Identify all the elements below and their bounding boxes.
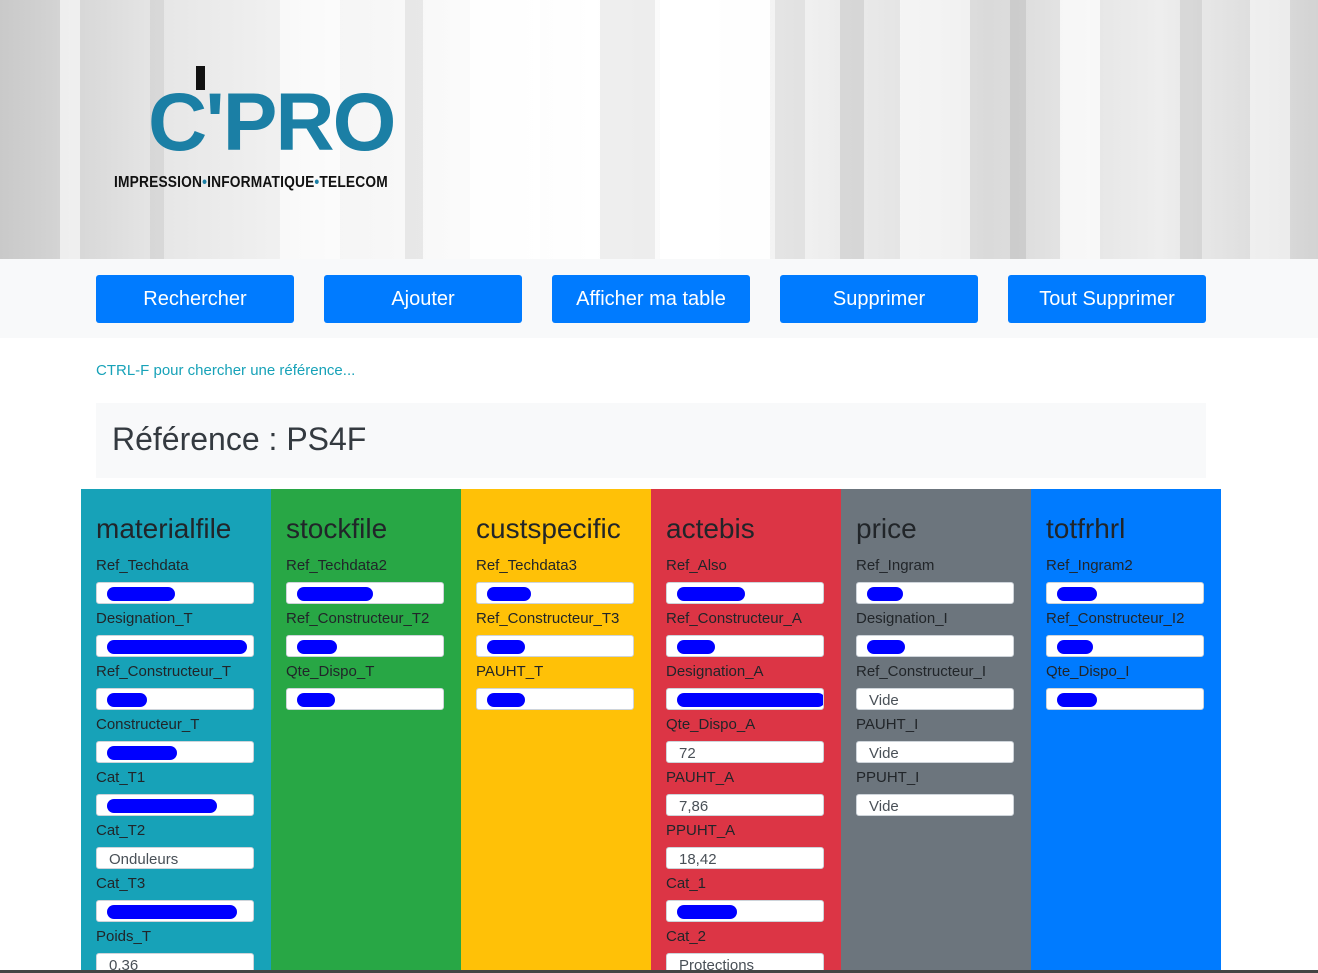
field-input[interactable] <box>666 688 824 710</box>
field-label: Ref_Ingram <box>856 557 935 574</box>
field-input[interactable] <box>96 900 254 922</box>
field-input[interactable] <box>96 635 254 657</box>
field-label: Poids_T <box>96 928 152 945</box>
column-price: price Ref_Ingram Designation_I Ref_Construc… <box>841 489 1031 973</box>
field-input[interactable] <box>476 635 634 657</box>
action-bar: Rechercher Ajouter Afficher ma table Sup… <box>0 259 1318 338</box>
field-input[interactable] <box>286 688 444 710</box>
column-title: price <box>856 513 917 544</box>
logo-wordmark: C'PRO <box>148 77 396 168</box>
column-custspecific: custspecific Ref_Techdata3 Ref_Constructeu… <box>461 489 651 973</box>
field-label: Constructeur_T <box>96 716 200 733</box>
field-label: Cat_T2 <box>96 822 146 839</box>
field-input[interactable] <box>96 741 254 763</box>
field-label: Designation_A <box>666 663 764 680</box>
field-label: Ref_Constructeur_T3 <box>476 610 620 627</box>
field-label: Ref_Constructeur_I2 <box>1046 610 1185 627</box>
banner-pillar <box>470 0 540 259</box>
field-input[interactable] <box>96 794 254 816</box>
company-logo: C'PRO IMPRESSION•INFORMATIQUE•TELECOM <box>110 60 410 200</box>
field-input[interactable]: Onduleurs <box>96 847 254 869</box>
field-label: Qte_Dispo_A <box>666 716 756 733</box>
field-label: Ref_Constructeur_I <box>856 663 987 680</box>
column-title: actebis <box>666 513 755 544</box>
field-input[interactable] <box>1046 635 1204 657</box>
field-input[interactable] <box>1046 688 1204 710</box>
field-input[interactable]: Vide <box>856 688 1014 710</box>
banner-pillar <box>775 0 805 259</box>
field-label: PAUHT_A <box>666 769 735 786</box>
field-label: Cat_T3 <box>96 875 146 892</box>
field-input[interactable]: Vide <box>856 794 1014 816</box>
column-title: materialfile <box>96 513 232 544</box>
reference-header: Référence : PS4F <box>96 403 1206 478</box>
field-input[interactable]: Vide <box>856 741 1014 763</box>
logo-tagline: IMPRESSION•INFORMATIQUE•TELECOM <box>114 174 388 191</box>
field-label: Ref_Ingram2 <box>1046 557 1133 574</box>
field-input[interactable] <box>476 688 634 710</box>
field-label: Ref_Constructeur_T2 <box>286 610 430 627</box>
field-input[interactable]: 72 <box>666 741 824 763</box>
field-label: Ref_Constructeur_T <box>96 663 232 680</box>
field-input[interactable] <box>1046 582 1204 604</box>
field-label: Cat_2 <box>666 928 707 945</box>
banner-pillar <box>900 0 970 259</box>
field-label: Ref_Also <box>666 557 727 574</box>
column-title: custspecific <box>476 513 621 544</box>
banner-pillar <box>1060 0 1100 259</box>
banner-pillar <box>600 0 655 259</box>
field-label: Qte_Dispo_T <box>286 663 375 680</box>
field-label: Cat_1 <box>666 875 707 892</box>
show-table-button[interactable]: Afficher ma table <box>552 275 750 323</box>
field-label: PPUHT_A <box>666 822 736 839</box>
header-banner: C'PRO IMPRESSION•INFORMATIQUE•TELECOM <box>0 0 1318 259</box>
field-input[interactable]: 7,86 <box>666 794 824 816</box>
column-title: stockfile <box>286 513 388 544</box>
field-input[interactable] <box>286 635 444 657</box>
banner-pillar <box>840 0 864 259</box>
column-materialfile: materialfile Ref_Techdata Designation_T Ref… <box>81 489 271 973</box>
field-input[interactable] <box>286 582 444 604</box>
banner-pillar <box>1010 0 1026 259</box>
field-input[interactable] <box>476 582 634 604</box>
field-label: Ref_Techdata3 <box>476 557 577 574</box>
field-label: PAUHT_I <box>856 716 919 733</box>
field-label: Designation_I <box>856 610 948 627</box>
banner-pillar <box>660 0 770 259</box>
field-label: Cat_T1 <box>96 769 146 786</box>
search-button[interactable]: Rechercher <box>96 275 294 323</box>
field-label: Ref_Techdata2 <box>286 557 387 574</box>
field-input[interactable] <box>666 635 824 657</box>
column-stockfile: stockfile Ref_Techdata2 Ref_Constructeur_T… <box>271 489 461 973</box>
banner-pillar <box>1250 0 1290 259</box>
field-input[interactable] <box>96 582 254 604</box>
field-input[interactable] <box>856 635 1014 657</box>
field-input[interactable] <box>96 688 254 710</box>
delete-button[interactable]: Supprimer <box>780 275 978 323</box>
field-input[interactable] <box>666 900 824 922</box>
column-actebis: actebis Ref_Also Ref_Constructeur_A Designa… <box>651 489 841 973</box>
field-label: Ref_Constructeur_A <box>666 610 802 627</box>
banner-pillar <box>1180 0 1202 259</box>
delete-all-button[interactable]: Tout Supprimer <box>1008 275 1206 323</box>
field-input[interactable] <box>856 582 1014 604</box>
field-label: Qte_Dispo_I <box>1046 663 1130 680</box>
field-input[interactable] <box>666 582 824 604</box>
banner-pillar <box>60 0 80 259</box>
add-button[interactable]: Ajouter <box>324 275 522 323</box>
column-title: totfrhrl <box>1046 513 1126 544</box>
field-label: PAUHT_T <box>476 663 544 680</box>
search-hint: CTRL-F pour chercher une référence... <box>96 362 356 379</box>
column-totfrhrl: totfrhrl Ref_Ingram2 Ref_Constructeur_I2 Qt… <box>1031 489 1221 973</box>
field-label: PPUHT_I <box>856 769 920 786</box>
page-title: Référence : PS4F <box>112 421 367 457</box>
field-input[interactable]: 18,42 <box>666 847 824 869</box>
field-label: Designation_T <box>96 610 193 627</box>
field-label: Ref_Techdata <box>96 557 189 574</box>
